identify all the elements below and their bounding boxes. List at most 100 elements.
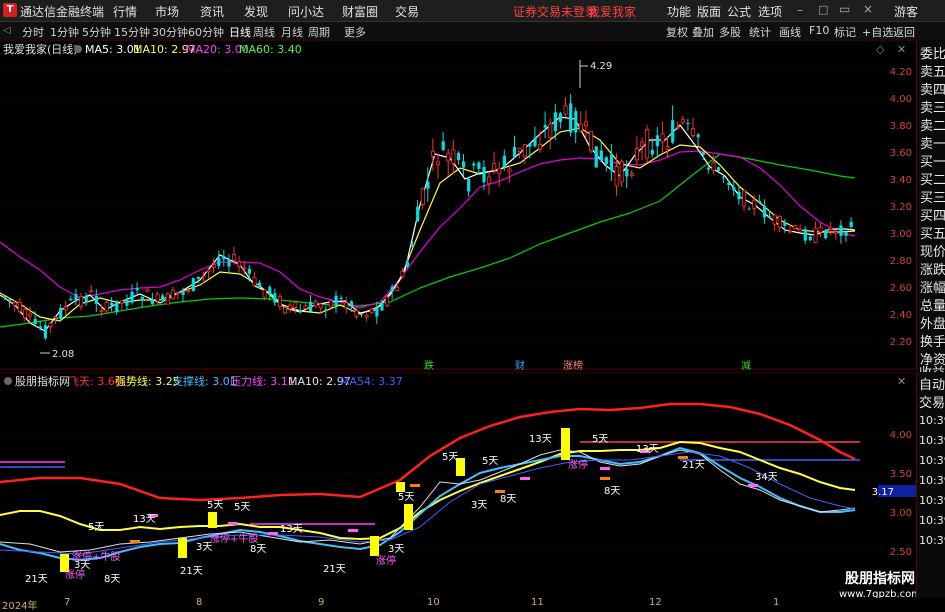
candle-body: [354, 310, 359, 317]
candle-body: [538, 143, 543, 150]
tf-fenshi[interactable]: 分时: [22, 24, 44, 40]
btn-fanhui[interactable]: 返回: [893, 24, 915, 40]
candle-body: [456, 153, 461, 161]
candle-body: [227, 259, 231, 267]
menu-jiaoyi[interactable]: 交易: [395, 3, 419, 20]
tf-more[interactable]: 更多: [344, 24, 366, 40]
tf-30min[interactable]: 30分钟: [152, 24, 188, 40]
lbl-zt-niugu: 涨停+牛股: [72, 550, 120, 563]
low-annotation: 2.08: [40, 349, 74, 360]
btn-huaxian[interactable]: 画线: [779, 24, 801, 40]
x-axis: 2024年 7 8 9 10 11 12 1: [0, 597, 945, 612]
candle-body: [543, 124, 547, 128]
candle-body: [262, 289, 267, 298]
btn-duogu[interactable]: 多股: [719, 24, 741, 40]
watermark: 股朋指标网 www.7gpzb.com: [839, 564, 921, 600]
menu-xuanxiang[interactable]: 选项: [758, 3, 782, 20]
candle-body: [277, 295, 282, 308]
candle-body: [181, 290, 185, 295]
event-tag-zhangbang[interactable]: 涨榜: [563, 359, 583, 370]
tf-5min[interactable]: 5分钟: [82, 24, 111, 40]
candle-body: [828, 227, 833, 230]
tf-weekly[interactable]: 周线: [253, 24, 275, 40]
btn-tongji[interactable]: 统计: [749, 24, 771, 40]
tf-multi[interactable]: 周期: [308, 24, 330, 40]
maximize-icon[interactable]: □: [818, 3, 828, 16]
close-icon[interactable]: ×: [863, 2, 873, 16]
lbl-8d-c: 8天: [500, 494, 516, 505]
y-tick-lower: 3.50: [890, 469, 912, 480]
candle-body: [430, 150, 435, 157]
candle-body: [217, 257, 221, 266]
candle-body: [288, 304, 293, 310]
candle-body: [640, 141, 645, 147]
tf-15min[interactable]: 15分钟: [114, 24, 150, 40]
candle-body: [273, 293, 277, 303]
main-kline-chart[interactable]: 4.29 2.08 跌 财 涨榜 减 4.20 4.00 3.80 3.60 3…: [0, 40, 945, 370]
legend-settings-icon[interactable]: [74, 45, 82, 53]
menu-faxian[interactable]: 发现: [244, 3, 268, 20]
candle-body: [360, 313, 364, 315]
btn-zixuan[interactable]: +自选: [862, 24, 893, 40]
guest-label[interactable]: 游客: [894, 3, 918, 20]
candle-body: [752, 199, 757, 209]
quote-side-panel: 委比 卖五 卖四 卖三 卖二 卖一 买一 买二 买三 买四 买五 现价 涨跌 涨…: [916, 40, 945, 370]
menu-zixun[interactable]: 资讯: [200, 3, 224, 20]
candle-body: [8, 299, 12, 301]
btn-biaoji[interactable]: 标记: [834, 24, 856, 40]
menu-gongneng[interactable]: 功能: [667, 3, 691, 20]
candle-body: [762, 205, 767, 218]
rp2-jiaoyi[interactable]: 交易: [919, 392, 945, 411]
indicator-chart[interactable]: 21天 涨停 3天 5天 13天 涨停+牛股 8天 21天 5天 5天 13天 …: [0, 372, 945, 600]
candle-body: [420, 188, 425, 205]
event-tag-jian[interactable]: 减: [741, 360, 751, 370]
candle-body: [400, 271, 405, 277]
lbl-13d-b: 13天: [280, 524, 303, 535]
btn-fuquan[interactable]: 复权: [666, 24, 688, 40]
candle-body: [186, 289, 191, 292]
tick-time: 10:39: [919, 454, 945, 467]
tick-time: 10:39: [919, 414, 945, 427]
menu-shichang[interactable]: 市场: [155, 3, 179, 20]
x-label-aug: 8: [196, 597, 203, 608]
candle-body: [813, 227, 818, 243]
indicator-close-icon[interactable]: ✕: [897, 375, 906, 388]
tf-daily[interactable]: 日线: [229, 24, 251, 40]
candle-body: [635, 148, 640, 161]
menu-caifuquan[interactable]: 财富圈: [342, 3, 378, 20]
menu-hangqing[interactable]: 行情: [113, 3, 137, 20]
menu-banmian[interactable]: 版面: [697, 3, 721, 20]
btn-diejia[interactable]: 叠加: [692, 24, 714, 40]
event-tag-die[interactable]: 跌: [424, 359, 434, 370]
expand-icon[interactable]: ◇: [876, 43, 885, 56]
btn-f10[interactable]: F10: [809, 24, 829, 37]
candle-body: [258, 282, 262, 288]
menu-gongshi[interactable]: 公式: [727, 3, 751, 20]
candle-body: [513, 147, 517, 158]
login-notice[interactable]: 证券交易未登录: [513, 3, 597, 20]
candle-body: [89, 290, 94, 293]
candle-body: [446, 152, 451, 162]
tf-60min[interactable]: 60分钟: [188, 24, 224, 40]
tf-1min[interactable]: 1分钟: [50, 24, 79, 40]
candle-body: [135, 288, 139, 291]
candle-body: [502, 155, 506, 168]
restore-icon[interactable]: ▭: [839, 2, 850, 16]
event-tag-cai[interactable]: 财: [515, 359, 525, 370]
candle-body: [818, 226, 823, 233]
candle-body: [84, 296, 88, 303]
rp2-zidong[interactable]: 自动: [919, 374, 945, 393]
y-tick: 3.60: [890, 148, 912, 159]
tf-monthly[interactable]: 月线: [281, 24, 303, 40]
candle-body: [482, 167, 486, 183]
lbl-13d: 13天: [133, 514, 156, 525]
candle-body: [522, 144, 527, 158]
menu-wenxiaoda[interactable]: 问小达: [288, 3, 324, 20]
indicator-settings-icon[interactable]: [4, 377, 12, 385]
minimize-icon[interactable]: –: [797, 3, 803, 17]
candle-body: [462, 161, 466, 168]
candle-body: [528, 143, 532, 147]
candle-body: [140, 296, 144, 301]
collapse-icon[interactable]: ◁: [3, 25, 11, 36]
panel-close-icon[interactable]: ✕: [897, 43, 906, 56]
